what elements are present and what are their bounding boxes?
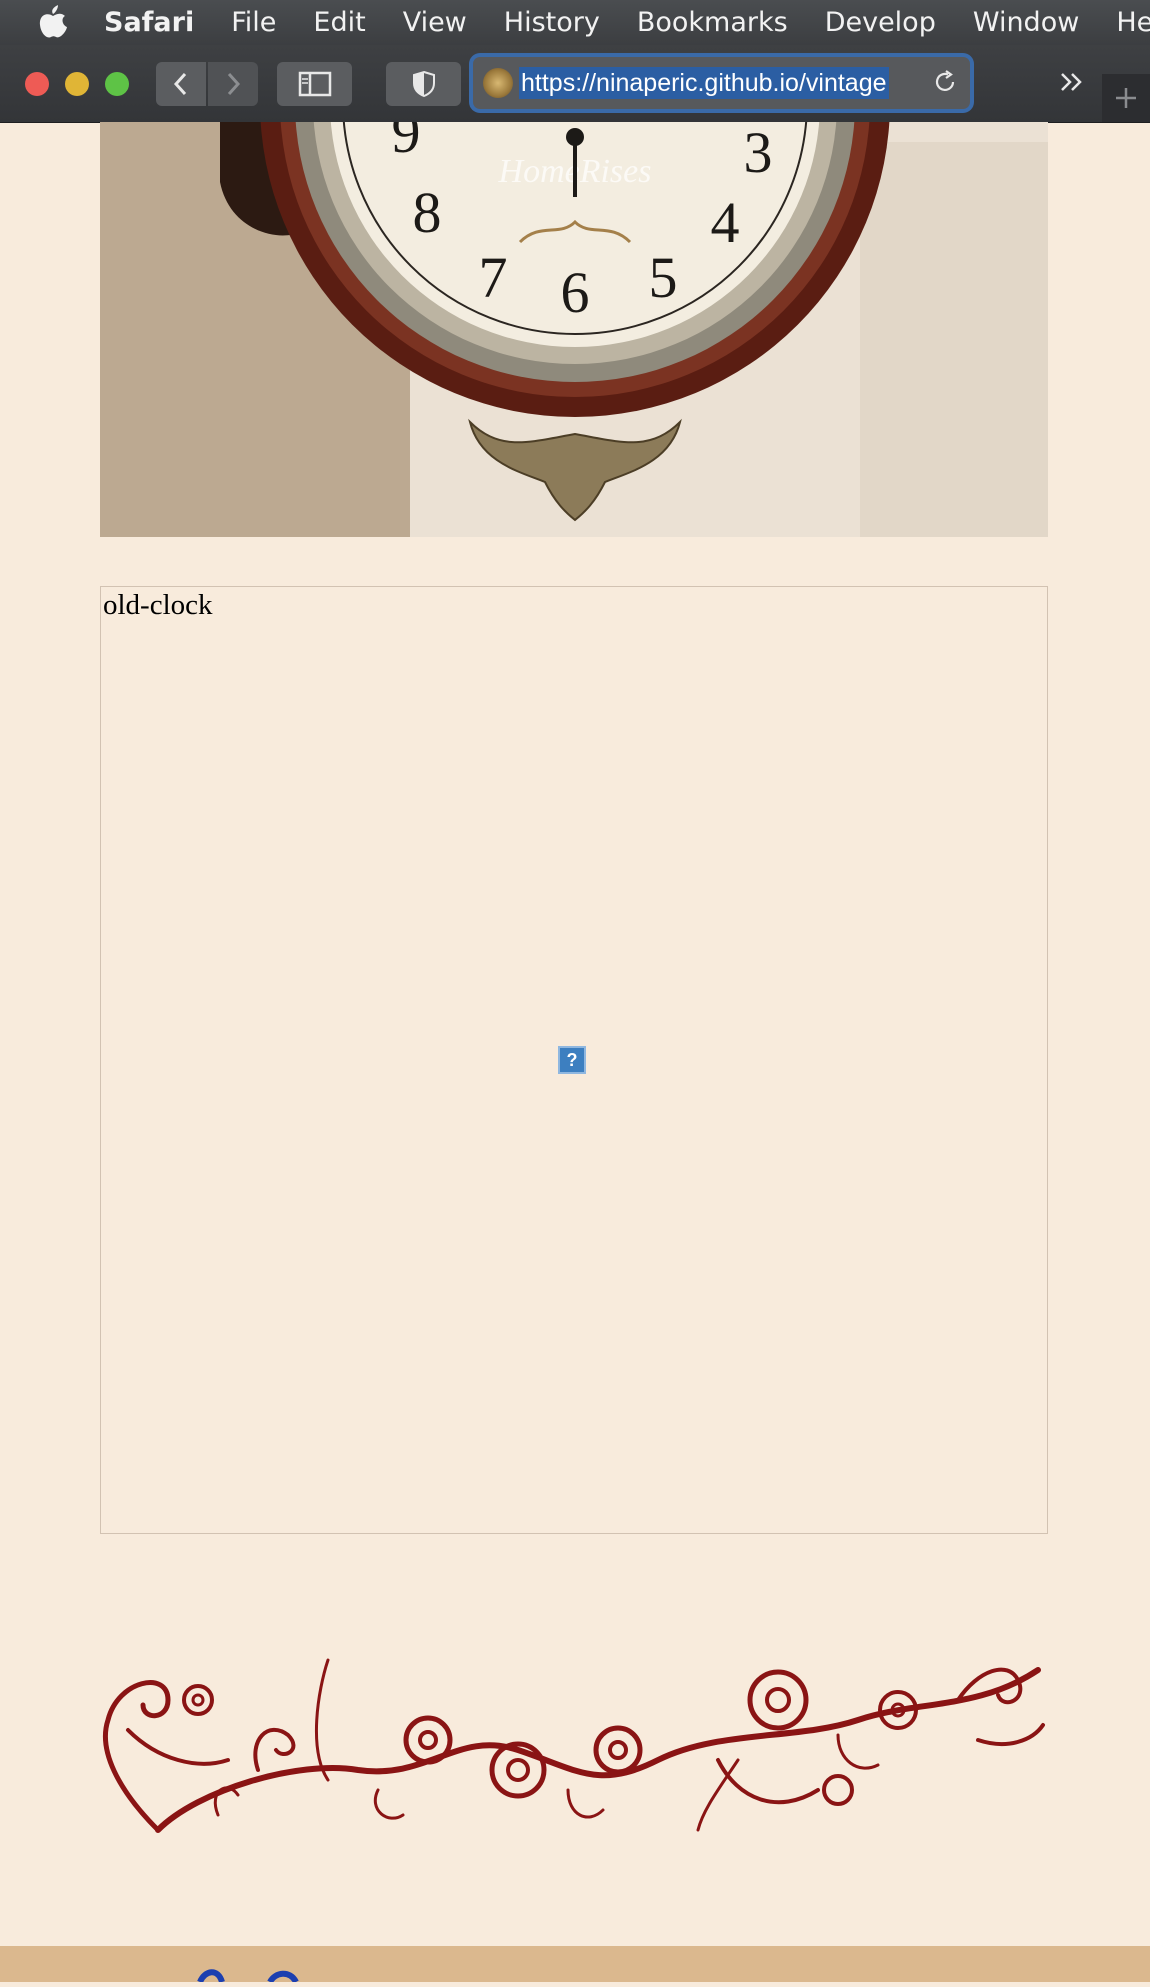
- close-window-button[interactable]: [25, 72, 49, 96]
- menu-bar: Safari File Edit View History Bookmarks …: [0, 0, 1150, 45]
- shield-icon: [412, 70, 435, 98]
- chevron-left-icon: [173, 72, 187, 96]
- privacy-report-button[interactable]: [386, 62, 461, 106]
- new-tab-button[interactable]: [1102, 74, 1150, 122]
- image-figure: old-clock ?: [100, 586, 1048, 1534]
- zoom-window-button[interactable]: [105, 72, 129, 96]
- menu-app-safari[interactable]: Safari: [104, 7, 194, 38]
- broken-image-icon: ?: [558, 1046, 586, 1074]
- decorative-divider: [98, 1640, 1050, 1855]
- clock-numeral-6: 6: [561, 260, 590, 325]
- reload-icon[interactable]: [932, 69, 958, 100]
- chevron-right-icon: [227, 72, 241, 96]
- url-text[interactable]: https://ninaperic.github.io/vintage: [519, 67, 889, 99]
- menu-file[interactable]: File: [231, 7, 276, 38]
- menu-edit[interactable]: Edit: [313, 7, 365, 38]
- plus-icon: [1116, 88, 1136, 108]
- footer-bar: [0, 1946, 1150, 1984]
- figure-caption: old-clock: [103, 589, 213, 621]
- clock-numeral-8: 8: [413, 180, 442, 245]
- clock-numeral-3: 3: [744, 122, 773, 185]
- site-favicon-icon: [483, 68, 513, 98]
- clock-numeral-5: 5: [649, 245, 678, 310]
- menu-bookmarks[interactable]: Bookmarks: [637, 7, 788, 38]
- clock-numeral-4: 4: [711, 190, 740, 255]
- menu-develop[interactable]: Develop: [825, 7, 936, 38]
- clock-numeral-7: 7: [479, 245, 508, 310]
- sidebar-icon: [298, 71, 331, 97]
- hero-clock-image: 9 3 8 4 7 6 5 HomeRises: [100, 122, 1048, 537]
- sidebar-toggle-button[interactable]: [277, 62, 352, 106]
- menu-help[interactable]: Help: [1116, 7, 1150, 38]
- menu-history[interactable]: History: [504, 7, 600, 38]
- menu-view[interactable]: View: [403, 7, 467, 38]
- forward-button[interactable]: [208, 62, 258, 106]
- overflow-chevron-icon[interactable]: [1058, 70, 1086, 99]
- address-bar[interactable]: https://ninaperic.github.io/vintage: [473, 57, 970, 109]
- apple-logo-icon[interactable]: [38, 4, 68, 41]
- minimize-window-button[interactable]: [65, 72, 89, 96]
- clock-numeral-9: 9: [392, 122, 421, 165]
- back-button[interactable]: [156, 62, 206, 106]
- menu-window[interactable]: Window: [973, 7, 1079, 38]
